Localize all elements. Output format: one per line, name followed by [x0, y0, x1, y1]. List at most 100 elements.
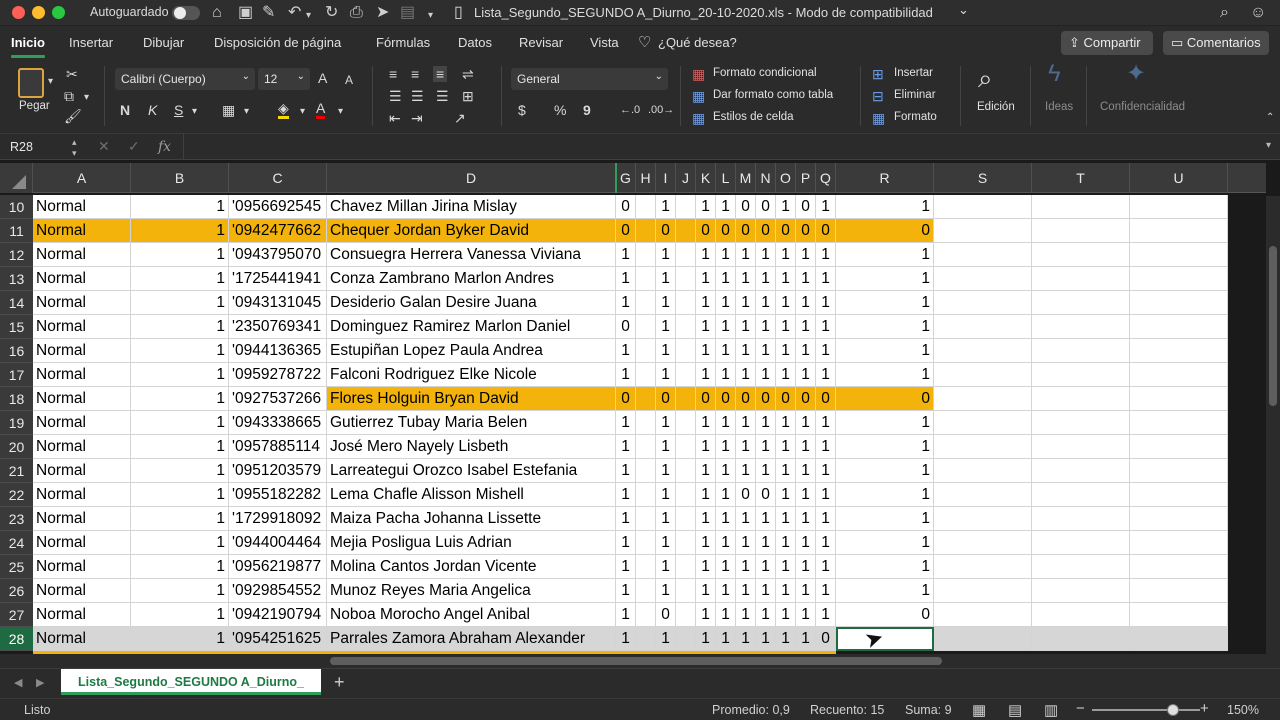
increase-decimal-icon[interactable]: ←.0 — [620, 102, 640, 118]
cell-d[interactable]: Larreategui Orozco Isabel Estefania — [327, 459, 616, 483]
borders-icon[interactable]: ▦ — [222, 102, 235, 118]
cell-d[interactable]: Consuegra Herrera Vanessa Viviana — [327, 243, 616, 267]
page-break-icon[interactable]: ▥ — [1044, 701, 1058, 719]
cell-h[interactable] — [636, 555, 656, 579]
cell-d[interactable]: Noboa Morocho Angel Anibal — [327, 603, 616, 627]
cell-b[interactable]: 1 — [131, 315, 229, 339]
text-orientation-icon[interactable]: ↗ — [454, 110, 466, 126]
cell-d[interactable]: Dominguez Ramirez Marlon Daniel — [327, 315, 616, 339]
copy-dropdown-icon[interactable]: ▾ — [84, 90, 89, 106]
cell-n[interactable]: 0 — [756, 483, 776, 507]
cell-c[interactable]: '0929854552 — [229, 579, 327, 603]
cell-j[interactable] — [676, 531, 696, 555]
cell-j[interactable] — [676, 507, 696, 531]
cell-h[interactable] — [636, 339, 656, 363]
cell-h[interactable] — [636, 435, 656, 459]
cell-q[interactable]: 0 — [816, 219, 836, 243]
cell-o[interactable]: 1 — [776, 363, 796, 387]
redo-icon[interactable]: ↻ — [325, 3, 338, 23]
sensitivity-icon[interactable]: ✦ — [1126, 62, 1146, 86]
cell-q[interactable]: 1 — [816, 267, 836, 291]
cell-s[interactable] — [934, 627, 1032, 651]
cell-d[interactable]: Chequer Jordan Byker David — [327, 219, 616, 243]
column-header-q[interactable]: Q — [816, 163, 836, 193]
profile-icon[interactable]: ☺ — [1250, 3, 1266, 23]
cell-o[interactable]: 0 — [776, 219, 796, 243]
cell-m[interactable]: 1 — [736, 579, 756, 603]
cell-i[interactable]: 1 — [656, 531, 676, 555]
cell-o[interactable]: 1 — [776, 555, 796, 579]
cell-a[interactable]: Normal — [33, 507, 131, 531]
cell-c[interactable]: '2350769341 — [229, 315, 327, 339]
cell-r[interactable]: 1 — [836, 339, 934, 363]
cell-d[interactable]: Flores Holguin Bryan David — [327, 387, 616, 411]
confirm-icon[interactable]: ✓ — [128, 138, 140, 155]
cell-b[interactable]: 1 — [131, 627, 229, 651]
cell-p[interactable]: 1 — [796, 555, 816, 579]
column-header-g[interactable]: G — [616, 163, 636, 193]
cell-g[interactable]: 1 — [616, 483, 636, 507]
column-header-o[interactable]: O — [776, 163, 796, 193]
cell-c[interactable]: '0942190794 — [229, 603, 327, 627]
cell-r[interactable]: 1 — [836, 195, 934, 219]
cell-b[interactable]: 1 — [131, 339, 229, 363]
cell-u[interactable] — [1130, 195, 1228, 219]
cell-q[interactable]: 0 — [816, 627, 836, 651]
cell-t[interactable] — [1032, 387, 1130, 411]
cell-b[interactable]: 1 — [131, 291, 229, 315]
cell-s[interactable] — [934, 315, 1032, 339]
row-header[interactable]: 20 — [0, 435, 33, 459]
cell-h[interactable] — [636, 483, 656, 507]
cell-q[interactable]: 1 — [816, 531, 836, 555]
cell-r[interactable]: 1 — [836, 315, 934, 339]
cell-l[interactable]: 1 — [716, 363, 736, 387]
column-header-d[interactable]: D — [327, 163, 616, 193]
cell-l[interactable]: 1 — [716, 459, 736, 483]
cell-t[interactable] — [1032, 363, 1130, 387]
cell-m[interactable]: 1 — [736, 291, 756, 315]
zoom-slider-thumb[interactable] — [1167, 704, 1179, 716]
cell-i[interactable]: 1 — [656, 315, 676, 339]
zoom-out-button[interactable]: − — [1076, 700, 1085, 717]
column-header-p[interactable]: P — [796, 163, 816, 193]
cell-d[interactable]: Maiza Pacha Johanna Lissette — [327, 507, 616, 531]
cell-i[interactable]: 1 — [656, 459, 676, 483]
confidential-label[interactable]: Confidencialidad — [1100, 101, 1185, 113]
tab-inicio[interactable]: Inicio — [11, 35, 45, 58]
cell-l[interactable]: 0 — [716, 387, 736, 411]
cell-q[interactable]: 1 — [816, 435, 836, 459]
cell-j[interactable] — [676, 387, 696, 411]
cell-j[interactable] — [676, 243, 696, 267]
cell-t[interactable] — [1032, 291, 1130, 315]
column-header-m[interactable]: M — [736, 163, 756, 193]
cell-b[interactable]: 1 — [131, 219, 229, 243]
cell-j[interactable] — [676, 483, 696, 507]
cell-i[interactable]: 1 — [656, 267, 676, 291]
cell-s[interactable] — [934, 291, 1032, 315]
normal-view-icon[interactable]: ▦ — [972, 701, 986, 719]
expand-formula-icon[interactable]: ▾ — [1266, 140, 1271, 151]
cell-i[interactable]: 0 — [656, 219, 676, 243]
cell-m[interactable]: 1 — [736, 363, 756, 387]
cell-h[interactable] — [636, 363, 656, 387]
cell-r[interactable]: 1 — [836, 507, 934, 531]
merge-center-icon[interactable]: ⊞ — [462, 88, 474, 104]
cell-s[interactable] — [934, 531, 1032, 555]
underline-button[interactable]: S — [174, 102, 183, 118]
cell-b[interactable]: 1 — [131, 579, 229, 603]
cell-k[interactable]: 1 — [696, 459, 716, 483]
cell-c[interactable]: '0927537266 — [229, 387, 327, 411]
cell-g[interactable]: 0 — [616, 195, 636, 219]
cell-a[interactable]: Normal — [33, 291, 131, 315]
cell-k[interactable]: 1 — [696, 339, 716, 363]
column-header-r[interactable]: R — [836, 163, 934, 193]
cell-r[interactable]: 0 — [836, 219, 934, 243]
row-header[interactable]: 10 — [0, 195, 33, 219]
cell-s[interactable] — [934, 387, 1032, 411]
collapse-ribbon-icon[interactable]: ⌃ — [1266, 110, 1274, 126]
tab-dibujar[interactable]: Dibujar — [143, 35, 184, 50]
row-header[interactable]: 18 — [0, 387, 33, 411]
image-icon[interactable]: ▤ — [400, 3, 415, 23]
cell-q[interactable]: 1 — [816, 243, 836, 267]
cell-l[interactable]: 1 — [716, 411, 736, 435]
